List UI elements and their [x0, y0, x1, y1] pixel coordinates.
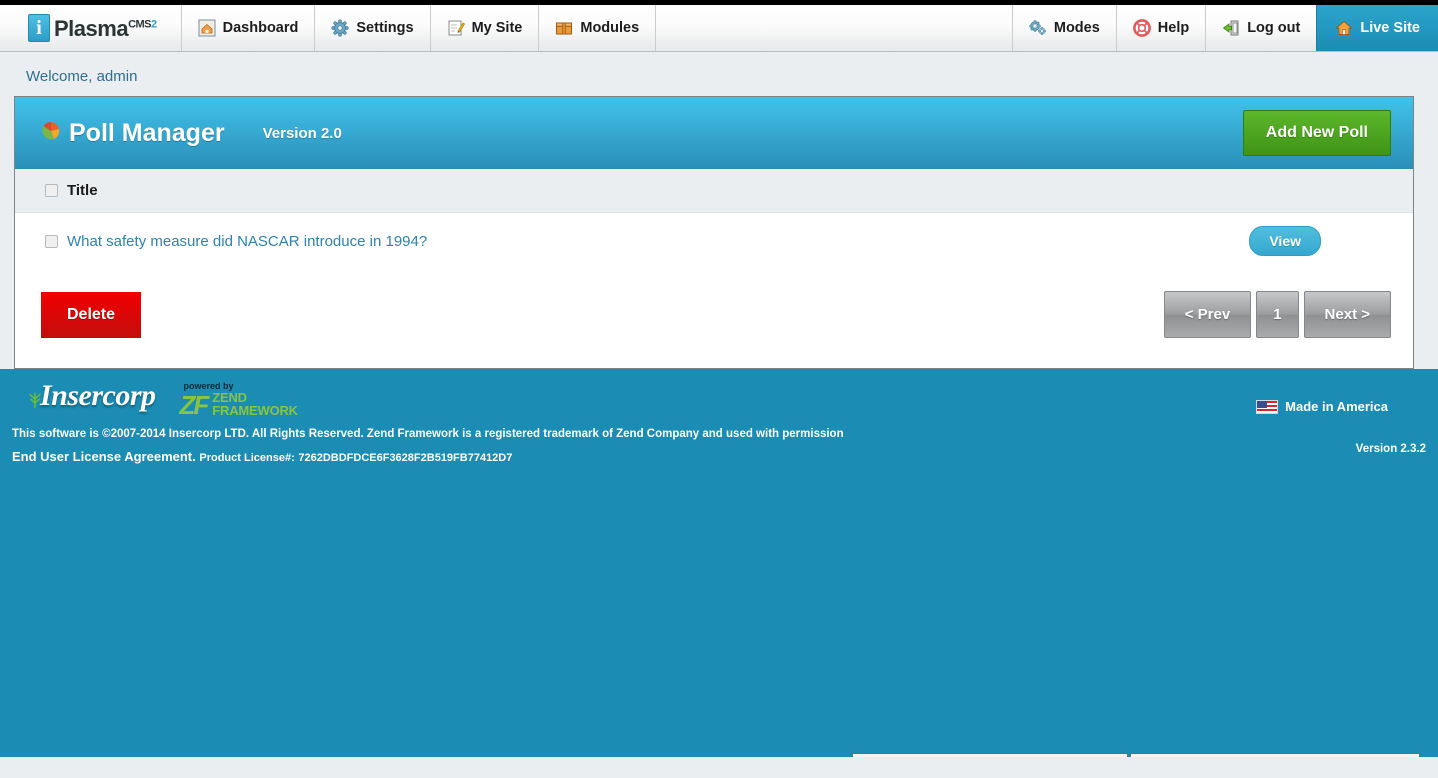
pie-chart-icon — [41, 121, 61, 146]
footer-version: Version 2.3.2 — [1355, 443, 1426, 455]
nav-item-help[interactable]: Help — [1115, 5, 1205, 51]
select-all-checkbox[interactable] — [45, 184, 58, 197]
nav-label: Live Site — [1360, 20, 1420, 36]
lifering-icon — [1132, 19, 1151, 37]
box-icon — [555, 19, 573, 37]
nav-item-dashboard[interactable]: Dashboard — [182, 5, 316, 51]
nav-label: Settings — [356, 20, 414, 36]
nav-item-my-site[interactable]: My Site — [431, 5, 540, 51]
view-button[interactable]: View — [1249, 226, 1321, 256]
nav-item-logout[interactable]: Log out — [1205, 5, 1316, 51]
pagination: < Prev 1 Next > — [1163, 291, 1391, 338]
table-head: Title — [15, 169, 1413, 213]
plasma-cms-logo[interactable]: i PlasmaCMS2 — [0, 5, 182, 51]
license-key: 7262DBDFDCE6F3628F2B519FB77412D7 — [298, 452, 513, 464]
row-action-cell: View — [966, 212, 1413, 269]
house-icon — [1335, 19, 1354, 37]
made-in-america: Made in America — [1256, 399, 1388, 414]
row-title-cell: What safety measure did NASCAR introduce… — [15, 212, 967, 269]
page-footer: Insercorp powered by ZF ZEND FRAMEWORK M… — [0, 369, 1438, 757]
nav-label: Modules — [580, 20, 640, 36]
poll-title-link[interactable]: What safety measure did NASCAR introduce… — [67, 233, 427, 250]
nav-label: Modes — [1053, 20, 1100, 36]
copyright-text: This software is ©2007-2014 Insercorp LT… — [12, 428, 844, 440]
insercorp-logo: Insercorp — [28, 379, 156, 413]
gear-icon — [331, 19, 349, 37]
column-header-title: Title — [15, 169, 1413, 213]
zend-wordmark: ZEND FRAMEWORK — [212, 390, 298, 418]
polls-table: Title What safety measure did NASCAR int… — [15, 169, 1413, 269]
panel-header: Poll Manager Version 2.0 Add New Poll — [15, 97, 1413, 169]
pagination-prev-button[interactable]: < Prev — [1163, 291, 1252, 338]
bottom-partial-item-1[interactable] — [852, 753, 1128, 757]
pagination-next-button[interactable]: Next > — [1303, 291, 1391, 338]
usa-flag-icon — [1256, 399, 1279, 414]
gears-icon — [1029, 19, 1047, 37]
exit-door-icon — [1222, 19, 1240, 37]
footer-logo-row: Insercorp powered by ZF ZEND FRAMEWORK M… — [0, 379, 1438, 420]
navbar-left-group: i PlasmaCMS2 Dashboard Settings My Site — [0, 5, 657, 51]
nav-label: Dashboard — [222, 20, 299, 36]
table-row: What safety measure did NASCAR introduce… — [15, 212, 1413, 269]
page-title: Poll Manager — [69, 118, 225, 147]
pencil-note-icon — [447, 19, 465, 37]
delete-button[interactable]: Delete — [41, 291, 142, 338]
nav-item-modules[interactable]: Modules — [539, 5, 657, 51]
actions-bar: Delete < Prev 1 Next > — [15, 269, 1413, 368]
bottom-partial-item-2[interactable] — [1130, 753, 1420, 757]
nav-item-settings[interactable]: Settings — [315, 5, 431, 51]
zend-zf-mark: ZF — [179, 389, 210, 420]
poll-manager-panel: Poll Manager Version 2.0 Add New Poll Ti… — [14, 96, 1414, 369]
page-version: Version 2.0 — [262, 124, 342, 142]
nav-label: My Site — [471, 20, 523, 36]
home-icon — [198, 19, 216, 37]
bottom-partial-elements — [852, 753, 1420, 757]
welcome-message: Welcome, admin — [26, 68, 138, 85]
nav-label: Help — [1157, 20, 1190, 36]
zend-logo-line: ZF ZEND FRAMEWORK — [179, 389, 299, 420]
table-header-row: Title — [15, 169, 1413, 213]
add-new-poll-button[interactable]: Add New Poll — [1242, 110, 1391, 156]
zend-framework-logo: powered by ZF ZEND FRAMEWORK — [179, 381, 299, 420]
row-checkbox[interactable] — [45, 234, 58, 248]
pagination-page-1[interactable]: 1 — [1256, 291, 1299, 338]
nav-label: Log out — [1247, 20, 1301, 36]
license-label: Product License#: — [199, 452, 295, 464]
navbar-right-group: Modes Help Log out Live Site — [1011, 5, 1438, 51]
license-line: End User License Agreement. Product Lice… — [0, 446, 1438, 469]
eula-link[interactable]: End User License Agreement. — [12, 449, 196, 464]
plasma-logo-mark: i — [28, 14, 50, 42]
main-navbar: i PlasmaCMS2 Dashboard Settings My Site — [0, 5, 1438, 52]
table-body: What safety measure did NASCAR introduce… — [15, 212, 1413, 269]
nav-item-modes[interactable]: Modes — [1011, 5, 1116, 51]
plasma-logo-text: PlasmaCMS2 — [54, 16, 157, 41]
nav-item-live-site[interactable]: Live Site — [1316, 5, 1438, 51]
